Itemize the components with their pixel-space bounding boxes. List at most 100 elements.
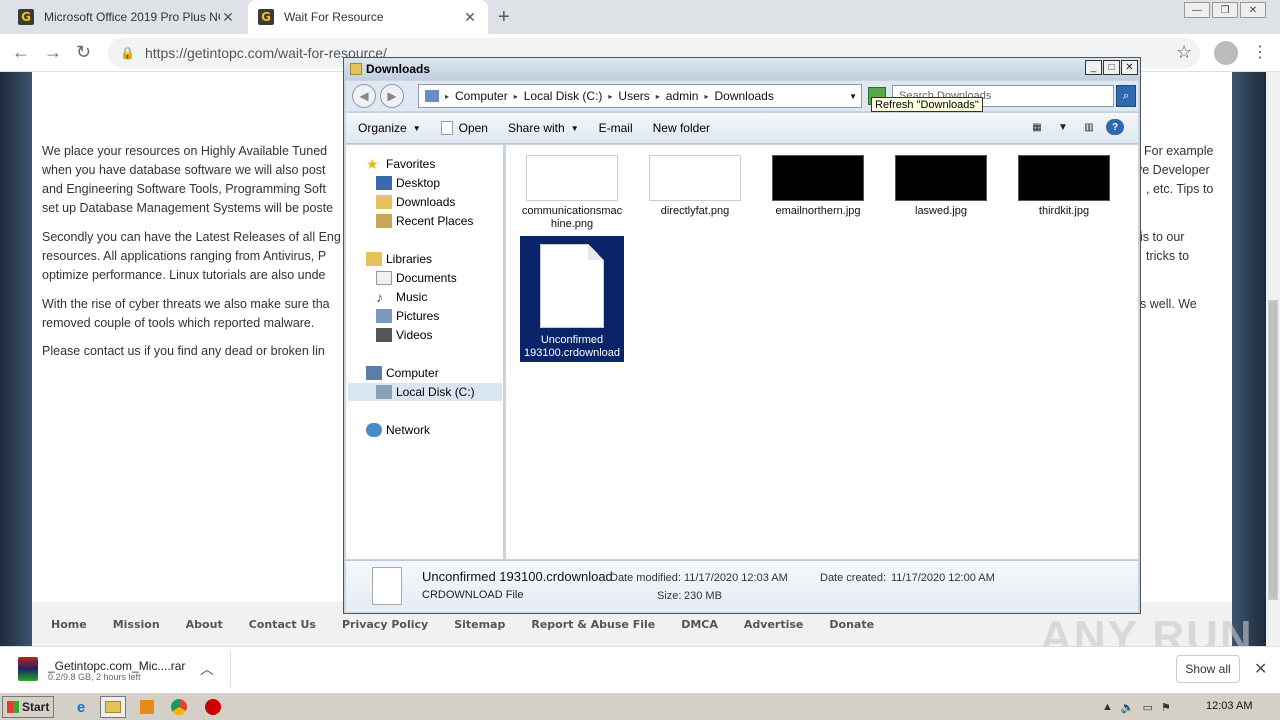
email-button[interactable]: E-mail xyxy=(599,121,633,135)
reload-icon[interactable]: ↻ xyxy=(76,42,91,63)
breadcrumb-item[interactable]: admin xyxy=(666,89,699,103)
text-line: ve Developer xyxy=(1136,163,1210,177)
minimize-icon[interactable]: — xyxy=(1184,2,1210,18)
menu-icon[interactable]: ⋮ xyxy=(1252,42,1268,62)
file-item[interactable]: communicationsmac hine.png xyxy=(520,155,624,231)
new-folder-button[interactable]: New folder xyxy=(653,121,710,135)
forward-icon[interactable]: ▶ xyxy=(380,84,404,108)
scrollbar-thumb[interactable] xyxy=(1268,300,1278,600)
view-icon[interactable]: ▦ xyxy=(1028,119,1046,135)
tab-wait-for-resource[interactable]: G Wait For Resource ✕ xyxy=(248,0,488,34)
nav-documents[interactable]: Documents xyxy=(376,269,457,287)
chevron-up-icon[interactable]: ︿ xyxy=(200,659,214,679)
start-label: Start xyxy=(22,700,50,714)
close-tab-icon[interactable]: ✕ xyxy=(220,9,236,26)
show-all-button[interactable]: Show all xyxy=(1176,655,1240,683)
nav-music[interactable]: ♪ Music xyxy=(376,288,427,306)
file-item-selected[interactable]: Unconfirmed 193100.crdownload xyxy=(520,236,624,362)
lock-icon: 🔒 xyxy=(120,46,135,60)
profile-avatar[interactable] xyxy=(1214,41,1238,65)
maximize-icon[interactable]: □ xyxy=(1103,60,1120,75)
nav-local-disk[interactable]: Local Disk (C:) xyxy=(348,383,502,401)
back-icon[interactable]: ← xyxy=(12,42,30,63)
nav-recent-places[interactable]: Recent Places xyxy=(376,212,473,230)
nav-label: Videos xyxy=(396,328,433,342)
file-item[interactable]: thirdkit.jpg xyxy=(1012,155,1116,218)
organize-button[interactable]: Organize ▼ xyxy=(358,121,421,135)
download-file-name[interactable]: _Getintopc.com_Mic....rar xyxy=(48,659,185,673)
winrar-icon xyxy=(18,657,38,681)
file-item[interactable]: emailnorthern.jpg xyxy=(766,155,870,218)
footer-link-dmca[interactable]: DMCA xyxy=(681,618,718,631)
page-scrollbar[interactable] xyxy=(1266,72,1280,646)
open-button[interactable]: Open xyxy=(440,121,488,135)
flag-icon[interactable]: ⚑ xyxy=(1161,701,1171,714)
chevron-down-icon[interactable]: ▼ xyxy=(849,92,857,101)
stop-icon[interactable] xyxy=(200,696,226,718)
restore-icon[interactable]: ❐ xyxy=(1212,2,1238,18)
footer-link-advertise[interactable]: Advertise xyxy=(744,618,803,631)
close-download-bar-icon[interactable]: ✕ xyxy=(1254,659,1267,679)
desktop-icon xyxy=(376,176,392,190)
tray-arrow-icon[interactable]: ▲ xyxy=(1102,701,1113,713)
footer-link-privacy[interactable]: Privacy Policy xyxy=(342,618,428,631)
nav-favorites[interactable]: ★ Favorites xyxy=(366,155,435,173)
footer-link-contact[interactable]: Contact Us xyxy=(249,618,316,631)
file-item[interactable]: laswed.jpg xyxy=(889,155,993,218)
share-with-button[interactable]: Share with ▼ xyxy=(508,121,579,135)
new-tab-button[interactable]: + xyxy=(498,6,510,29)
footer-link-report[interactable]: Report & Abuse File xyxy=(531,618,655,631)
chevron-down-icon[interactable]: ▼ xyxy=(1054,119,1072,135)
nav-computer[interactable]: Computer xyxy=(366,364,439,382)
chrome-icon[interactable] xyxy=(166,696,192,718)
image-thumbnail xyxy=(526,155,618,201)
text-line: tricks to xyxy=(1146,249,1190,263)
breadcrumb-item[interactable]: Users xyxy=(618,89,649,103)
nav-videos[interactable]: Videos xyxy=(376,326,432,344)
nav-network[interactable]: Network xyxy=(366,421,430,439)
preview-pane-icon[interactable]: ▥ xyxy=(1080,119,1098,135)
volume-icon[interactable]: 🔈 xyxy=(1121,701,1135,714)
nav-label: Music xyxy=(396,290,428,304)
media-player-icon[interactable] xyxy=(134,696,160,718)
footer-link-home[interactable]: Home xyxy=(51,618,87,631)
network-icon xyxy=(366,423,382,437)
minimize-icon[interactable]: _ xyxy=(1085,60,1102,75)
footer-link-donate[interactable]: Donate xyxy=(829,618,874,631)
clock[interactable]: 12:03 AM xyxy=(1206,700,1252,712)
file-item[interactable]: directlyfat.png xyxy=(643,155,747,218)
documents-icon xyxy=(376,271,392,285)
bookmark-star-icon[interactable]: ☆ xyxy=(1176,42,1192,63)
network-icon[interactable]: ▭ xyxy=(1143,701,1153,714)
forward-icon[interactable]: → xyxy=(44,42,62,63)
nav-pictures[interactable]: Pictures xyxy=(376,307,439,325)
nav-desktop[interactable]: Desktop xyxy=(376,174,440,192)
file-name: laswed.jpg xyxy=(915,205,967,217)
nav-downloads[interactable]: Downloads xyxy=(376,193,455,211)
text-line: For example xyxy=(1144,144,1214,158)
window-title: Downloads xyxy=(366,62,431,76)
breadcrumb-item[interactable]: Local Disk (C:) xyxy=(524,89,603,103)
breadcrumb-item[interactable]: Computer xyxy=(455,89,508,103)
tab-office[interactable]: G Microsoft Office 2019 Pro Plus NOV 2 ✕ xyxy=(8,0,246,34)
getintopc-favicon-icon: G xyxy=(258,9,274,25)
help-icon[interactable]: ? xyxy=(1106,119,1124,135)
nav-libraries[interactable]: Libraries xyxy=(366,250,432,268)
footer-link-sitemap[interactable]: Sitemap xyxy=(454,618,505,631)
paragraph-right-2: ve Developer xyxy=(1136,161,1226,180)
breadcrumb[interactable]: ▸ Computer ▸ Local Disk (C:) ▸ Users ▸ a… xyxy=(418,84,862,108)
explorer-titlebar[interactable]: Downloads _ □ ✕ xyxy=(344,58,1140,80)
close-window-icon[interactable]: ✕ xyxy=(1121,60,1138,75)
breadcrumb-item[interactable]: Downloads xyxy=(714,89,773,103)
text-line: is to our xyxy=(1140,230,1185,244)
close-window-icon[interactable]: ✕ xyxy=(1240,2,1266,18)
footer-link-mission[interactable]: Mission xyxy=(113,618,160,631)
start-button[interactable]: Start xyxy=(2,696,54,718)
explorer-icon[interactable] xyxy=(100,696,126,718)
nav-label: Network xyxy=(386,423,431,437)
ie-icon[interactable]: e xyxy=(68,696,94,718)
close-tab-icon[interactable]: ✕ xyxy=(462,9,478,26)
search-icon[interactable]: ⌕ xyxy=(1116,85,1136,107)
back-icon[interactable]: ◀ xyxy=(352,84,376,108)
footer-link-about[interactable]: About xyxy=(186,618,223,631)
